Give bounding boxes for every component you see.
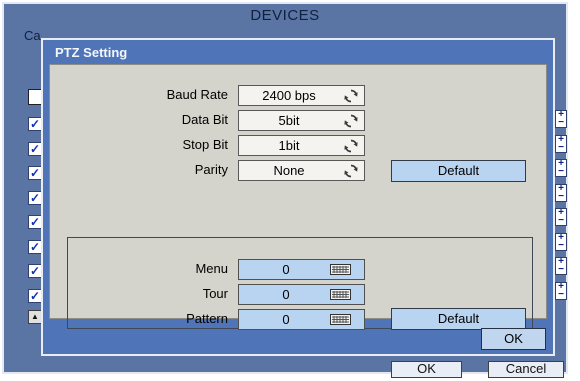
camera-checkbox[interactable]: ✓	[28, 215, 42, 229]
minus-icon[interactable]: −	[556, 167, 566, 177]
menu-value: 0	[282, 262, 290, 277]
menu-field[interactable]: 0	[238, 259, 365, 280]
keyboard-icon[interactable]	[330, 289, 351, 300]
settings-default-button[interactable]: Default	[391, 160, 526, 182]
minus-icon[interactable]: −	[556, 265, 566, 275]
menu-label: Menu	[195, 261, 228, 276]
plus-minus-control[interactable]: + −	[555, 184, 567, 202]
minus-icon[interactable]: −	[556, 216, 566, 226]
minus-icon[interactable]: −	[556, 118, 566, 128]
data-bit-label: Data Bit	[181, 112, 228, 127]
devices-cancel-button[interactable]: Cancel	[488, 361, 564, 378]
baud-rate-value: 2400 bps	[262, 88, 316, 103]
parity-spinner[interactable]: None	[238, 160, 365, 181]
minus-icon[interactable]: −	[556, 241, 566, 251]
camera-checkbox[interactable]: ✓	[28, 191, 42, 205]
tour-field[interactable]: 0	[238, 284, 365, 305]
stop-bit-value: 1bit	[278, 138, 300, 153]
camera-checkbox[interactable]: ✓	[28, 264, 42, 278]
refresh-icon[interactable]	[343, 163, 359, 179]
stop-bit-label: Stop Bit	[182, 137, 228, 152]
data-bit-value: 5bit	[278, 113, 300, 128]
refresh-icon[interactable]	[343, 138, 359, 154]
scroll-up-arrow-icon[interactable]: ▲	[28, 310, 42, 324]
parity-label: Parity	[194, 162, 228, 177]
minus-icon[interactable]: −	[556, 143, 566, 153]
baud-rate-label: Baud Rate	[166, 87, 228, 102]
camera-checkbox[interactable]: ✓	[28, 117, 42, 131]
pattern-field[interactable]: 0	[238, 309, 365, 330]
presets-default-button[interactable]: Default	[391, 308, 526, 330]
pattern-label: Pattern	[186, 311, 228, 326]
stop-bit-spinner[interactable]: 1bit	[238, 135, 365, 156]
plus-minus-control[interactable]: + −	[555, 110, 567, 128]
keyboard-icon[interactable]	[330, 314, 351, 325]
pattern-value: 0	[282, 312, 290, 327]
camera-checkbox[interactable]: ✓	[28, 240, 42, 254]
tour-value: 0	[282, 287, 290, 302]
dialog-title: PTZ Setting	[55, 45, 128, 60]
plus-minus-control[interactable]: + −	[555, 282, 567, 300]
plus-minus-control[interactable]: + −	[555, 159, 567, 177]
minus-icon[interactable]: −	[556, 290, 566, 300]
camera-label: Ca	[24, 28, 41, 43]
refresh-icon[interactable]	[343, 88, 359, 104]
minus-icon[interactable]: −	[556, 192, 566, 202]
camera-checkbox[interactable]: ✓	[28, 166, 42, 180]
devices-title: DEVICES	[250, 7, 320, 24]
plus-minus-control[interactable]: + −	[555, 208, 567, 226]
refresh-icon[interactable]	[343, 113, 359, 129]
camera-checkbox[interactable]: ✓	[28, 142, 42, 156]
keyboard-icon[interactable]	[330, 264, 351, 275]
settings-panel: Baud Rate 2400 bps Data Bit 5bit Stop Bi…	[49, 64, 547, 330]
plus-minus-control[interactable]: + −	[555, 135, 567, 153]
tour-label: Tour	[202, 286, 228, 301]
parity-value: None	[273, 163, 305, 178]
plus-minus-control[interactable]: + −	[555, 257, 567, 275]
devices-ok-button[interactable]: OK	[391, 361, 462, 378]
data-bit-spinner[interactable]: 5bit	[238, 110, 365, 131]
camera-checkbox[interactable]: ✓	[28, 289, 42, 303]
dialog-ok-button[interactable]: OK	[481, 328, 546, 350]
baud-rate-spinner[interactable]: 2400 bps	[238, 85, 365, 106]
plus-minus-control[interactable]: + −	[555, 233, 567, 251]
ptz-setting-dialog: PTZ Setting Baud Rate 2400 bps Data Bit …	[41, 38, 555, 356]
